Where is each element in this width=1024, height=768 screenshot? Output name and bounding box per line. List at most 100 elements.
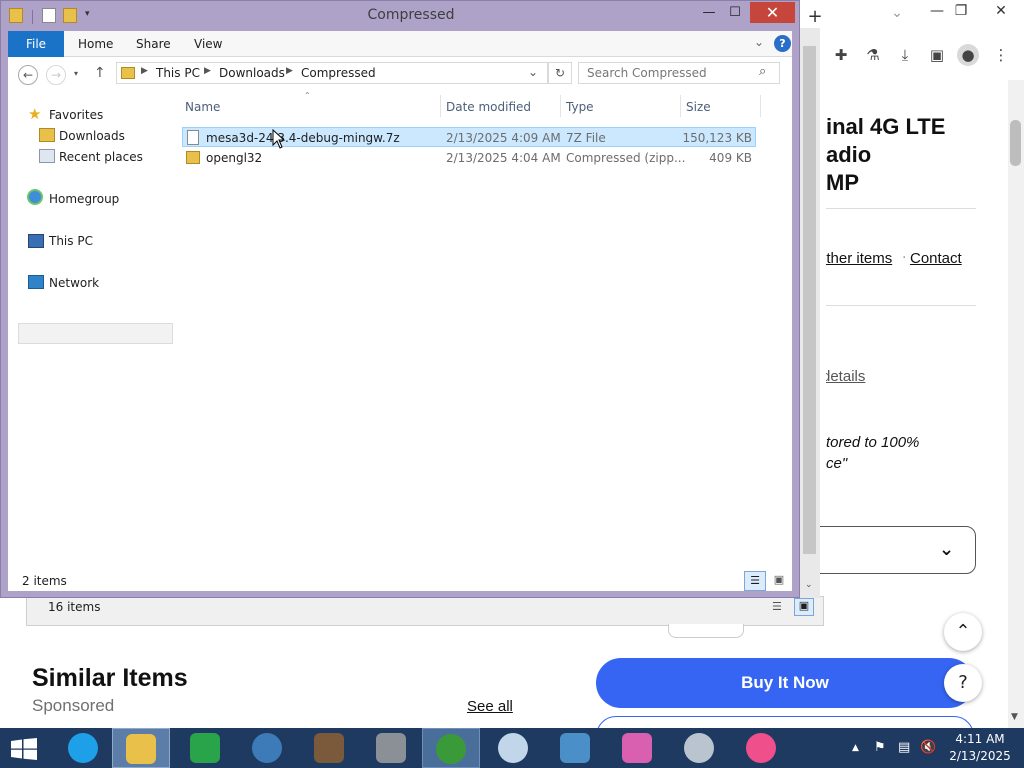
profile-avatar-icon[interactable]: ● [957, 44, 979, 66]
scroll-to-top-icon[interactable]: ⌃ [944, 613, 982, 651]
windows-start-icon[interactable] [11, 738, 37, 760]
nav-homegroup[interactable]: Homegroup [49, 192, 119, 206]
help-button[interactable]: ? [944, 664, 982, 702]
taskbar-download-manager[interactable] [422, 728, 480, 768]
details-link[interactable]: details [826, 368, 865, 385]
details-view-icon[interactable]: ☰ [744, 571, 766, 591]
other-items-link[interactable]: other items [826, 250, 892, 267]
tab-file[interactable]: File [8, 31, 64, 57]
this-pc-computer-icon [28, 234, 44, 248]
column-divider[interactable] [760, 95, 761, 117]
curves-app-icon [314, 733, 344, 763]
breadcrumb-compressed[interactable]: Compressed [301, 66, 376, 80]
minimize-button[interactable]: — [699, 3, 719, 23]
sidepanel-icon[interactable]: ▣ [926, 44, 948, 66]
option-dropdown[interactable]: ⌄ [796, 526, 976, 574]
buy-it-now-button[interactable]: Buy It Now [596, 658, 974, 708]
column-header-name[interactable]: Name [185, 100, 220, 114]
download-icon[interactable]: ⤓ [894, 44, 916, 66]
product-title-line-1: inal 4G LTE [826, 114, 946, 139]
taskbar-photos[interactable] [546, 728, 604, 768]
breadcrumb-downloads[interactable]: Downloads [219, 66, 285, 80]
help-icon[interactable]: ? [774, 35, 791, 52]
status-bar: 2 items ☰ ▣ [8, 571, 792, 591]
tray-expand-arrow-icon[interactable]: ▲ [852, 743, 859, 753]
scroll-down-arrow-icon[interactable]: ⌄ [805, 580, 813, 590]
column-divider[interactable] [440, 95, 441, 117]
tab-home[interactable]: Home [78, 37, 113, 51]
recent-locations-dropdown-icon[interactable]: ▾ [74, 69, 78, 78]
browser-minimize-button[interactable]: — [926, 0, 948, 22]
file-size: 409 KB [709, 151, 752, 165]
search-input[interactable]: Search Compressed ⌕ [578, 62, 780, 84]
search-icon[interactable]: ⌕ [759, 64, 766, 79]
divider [826, 208, 976, 209]
taskbar-app-wall[interactable] [362, 728, 420, 768]
browser-scrollbar-thumb[interactable] [1010, 120, 1021, 166]
internet-explorer-icon [68, 733, 98, 763]
back-arrow-icon[interactable]: ← [18, 65, 38, 85]
see-all-link[interactable]: See all [467, 698, 513, 715]
tab-view[interactable]: View [194, 37, 222, 51]
taskbar-store[interactable] [176, 728, 234, 768]
address-history-chevron-icon[interactable]: ⌄ [528, 65, 538, 79]
column-divider[interactable] [560, 95, 561, 117]
network-tray-icon[interactable]: ▤ [898, 740, 910, 755]
taskbar-app-paint[interactable] [484, 728, 542, 768]
browser-restore-button[interactable]: ❐ [950, 0, 972, 22]
file-row[interactable]: mesa3d-24.3.4-debug-mingw.7z 2/13/2025 4… [182, 127, 756, 147]
taskbar-app-colorful[interactable] [608, 728, 666, 768]
volume-muted-icon[interactable]: 🔇 [920, 740, 936, 755]
scroll-down-arrow-icon[interactable]: ▼ [1011, 712, 1018, 722]
collapsed-panel-tab[interactable] [668, 624, 744, 638]
nav-downloads[interactable]: Downloads [59, 129, 125, 143]
extensions-puzzle-icon[interactable]: ✚ [830, 44, 852, 66]
nav-this-pc[interactable]: This PC [49, 234, 93, 248]
column-header-size[interactable]: Size [686, 100, 711, 114]
item-count: 2 items [22, 574, 67, 588]
taskbar-app-globe[interactable] [238, 728, 296, 768]
taskbar-app-palette[interactable] [670, 728, 728, 768]
breadcrumb-this-pc[interactable]: This PC [156, 66, 200, 80]
explorer-title-bar[interactable]: ▾ Compressed — ☐ ✕ [1, 1, 799, 31]
close-button[interactable]: ✕ [750, 2, 795, 23]
breadcrumb-chevron-icon[interactable]: ▶ [141, 66, 148, 76]
column-header-type[interactable]: Type [566, 100, 594, 114]
labs-flask-icon[interactable]: ⚗ [862, 44, 884, 66]
nav-network[interactable]: Network [49, 276, 99, 290]
file-size: 150,123 KB [682, 131, 752, 145]
system-clock[interactable]: 4:11 AM 2/13/2025 [940, 731, 1020, 765]
expand-ribbon-chevron-icon[interactable]: ⌄ [754, 35, 764, 49]
large-icons-view-icon[interactable]: ▣ [794, 598, 814, 616]
browser-close-button[interactable]: ✕ [990, 0, 1012, 22]
file-row[interactable]: opengl32 2/13/2025 4:04 AM Compressed (z… [182, 148, 756, 168]
background-explorer-window[interactable] [26, 596, 824, 626]
browser-scrollbar[interactable] [1008, 80, 1024, 728]
nav-favorites[interactable]: Favorites [49, 108, 103, 122]
taskbar-internet-explorer[interactable] [54, 728, 112, 768]
breadcrumb-chevron-icon[interactable]: ▶ [204, 66, 211, 76]
forward-arrow-icon[interactable]: → [46, 65, 66, 85]
contact-link[interactable]: Contact [910, 250, 962, 267]
column-header-date-modified[interactable]: Date modified [446, 100, 531, 114]
taskbar-file-explorer-active[interactable] [112, 728, 170, 768]
taskbar-app-heart[interactable] [732, 728, 790, 768]
tab-search-chevron-icon[interactable]: ⌄ [886, 2, 908, 24]
large-icons-view-icon[interactable]: ▣ [770, 573, 788, 589]
menu-kebab-icon[interactable]: ⋮ [990, 44, 1012, 66]
tab-share[interactable]: Share [136, 37, 171, 51]
explorer-scrollbar-thumb[interactable] [803, 46, 816, 554]
nav-this-pc-selected[interactable] [18, 323, 173, 344]
taskbar-app-curves[interactable] [300, 728, 358, 768]
nav-recent-places[interactable]: Recent places [59, 150, 143, 164]
details-view-icon[interactable]: ☰ [772, 600, 788, 614]
action-center-flag-icon[interactable]: ⚑ [874, 740, 886, 755]
address-bar[interactable]: ▶ This PC ▶ Downloads ▶ Compressed ⌄ [116, 62, 548, 84]
breadcrumb-chevron-icon[interactable]: ▶ [286, 66, 293, 76]
maximize-button[interactable]: ☐ [725, 3, 745, 23]
search-placeholder: Search Compressed [587, 66, 707, 80]
refresh-icon[interactable]: ↻ [548, 62, 572, 84]
column-divider[interactable] [680, 95, 681, 117]
up-arrow-icon[interactable]: ↑ [94, 65, 106, 81]
clock-time: 4:11 AM [955, 732, 1005, 746]
